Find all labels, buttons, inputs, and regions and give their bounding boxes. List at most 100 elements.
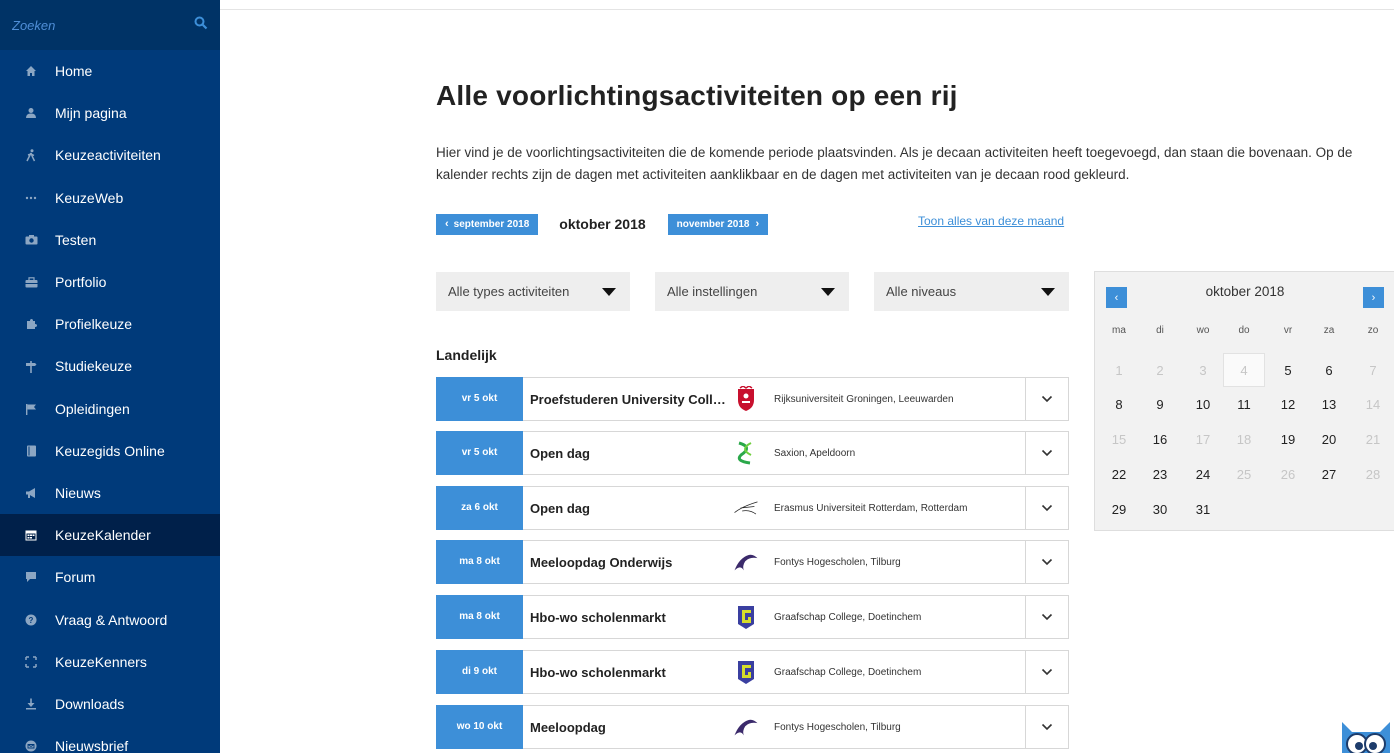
sidebar-item-keuzekalender[interactable]: KeuzeKalender (0, 514, 220, 557)
sidebar-item-label: Keuzegids Online (55, 442, 165, 459)
filter-type-select[interactable]: Alle types activiteiten (436, 272, 630, 311)
prev-month-button[interactable]: ‹ september 2018 (436, 213, 539, 235)
caret-down-icon (602, 288, 616, 296)
expand-button[interactable] (1025, 378, 1068, 420)
expand-button[interactable] (1025, 706, 1068, 748)
chevron-down-icon (1041, 504, 1053, 512)
calendar-day[interactable]: 6 (1308, 353, 1350, 387)
calendar-day[interactable]: 24 (1182, 457, 1224, 491)
event-row[interactable]: vr 5 okt Proefstuderen University College… (436, 376, 1069, 421)
calendar-day[interactable]: 30 (1139, 492, 1181, 526)
calendar-day[interactable]: 31 (1182, 492, 1224, 526)
calendar-day[interactable]: 27 (1308, 457, 1350, 491)
calendar-day[interactable]: 8 (1098, 387, 1140, 421)
expand-button[interactable] (1025, 541, 1068, 583)
sidebar-item-opleidingen[interactable]: Opleidingen (0, 388, 220, 430)
page-title: Alle voorlichtingsactiviteiten op een ri… (436, 80, 958, 111)
filter-level-label: Alle niveaus (886, 284, 957, 299)
calendar-day[interactable]: 13 (1308, 387, 1350, 421)
search-icon[interactable] (194, 16, 208, 35)
download-icon (23, 696, 39, 712)
calendar-day[interactable]: 12 (1267, 387, 1309, 421)
sidebar-item-keuzegids-online[interactable]: Keuzegids Online (0, 430, 220, 472)
event-name[interactable]: Open dag (530, 446, 728, 461)
event-row[interactable]: ma 8 okt Meeloopdag Onderwijs Fontys Hoges… (436, 539, 1069, 584)
expand-button[interactable] (1025, 432, 1068, 474)
sidebar-item-mijn-pagina[interactable]: Mijn pagina (0, 92, 220, 134)
calendar-day[interactable]: 5 (1267, 353, 1309, 387)
event-date: di 9 okt (436, 649, 523, 694)
calendar-day: 7 (1369, 362, 1377, 378)
sidebar-item-keuzeactiviteiten[interactable]: Keuzeactiviteiten (0, 134, 220, 176)
sidebar-item-profielkeuze[interactable]: Profielkeuze (0, 303, 220, 345)
event-date: wo 10 okt (436, 704, 523, 749)
search-input[interactable] (12, 17, 172, 33)
filter-level-select[interactable]: Alle niveaus (874, 272, 1069, 311)
calendar-day: 28 (1365, 466, 1381, 482)
calendar-header: ‹ oktober 2018 › (1095, 272, 1394, 317)
show-all-link[interactable]: Toon alles van deze maand (918, 214, 1064, 228)
owl-mascot-icon[interactable] (1338, 718, 1394, 753)
sidebar-item-studiekeuze[interactable]: Studiekeuze (0, 345, 220, 387)
chevron-down-icon (1041, 395, 1053, 403)
weekday-label: za (1323, 325, 1335, 336)
calendar-day[interactable]: 29 (1098, 492, 1140, 526)
sidebar-item-vraag-antwoord[interactable]: ? Vraag & Antwoord (0, 598, 220, 640)
top-divider (220, 9, 1394, 10)
weekday-label: ma (1112, 325, 1126, 336)
event-row[interactable]: vr 5 okt Open dag Saxion, Apeldoorn (436, 430, 1069, 475)
prev-month-label: september 2018 (453, 218, 530, 230)
sidebar-item-label: Nieuws (55, 484, 101, 501)
sidebar-item-label: Keuzeactiviteiten (55, 147, 161, 164)
rug-logo (733, 385, 759, 413)
calendar-day: 14 (1365, 396, 1381, 412)
calendar-day: 3 (1199, 362, 1207, 378)
sidebar-item-nieuws[interactable]: Nieuws (0, 472, 220, 514)
sidebar-item-keuzeweb[interactable]: KeuzeWeb (0, 177, 220, 219)
calendar-day[interactable]: 19 (1267, 422, 1309, 456)
event-row[interactable]: di 9 okt Hbo-wo scholenmarkt Graafschap Co… (436, 649, 1069, 694)
filter-institution-select[interactable]: Alle instellingen (655, 272, 849, 311)
event-name[interactable]: Open dag (530, 501, 728, 516)
sidebar-item-label: Testen (55, 231, 97, 248)
expand-button[interactable] (1025, 596, 1068, 638)
calendar-next-button[interactable]: › (1363, 287, 1384, 308)
sidebar-item-label: Home (55, 63, 93, 80)
expand-button[interactable] (1025, 651, 1068, 693)
event-date: za 6 okt (436, 485, 523, 530)
calendar-day[interactable]: 11 (1223, 387, 1265, 421)
book-icon (23, 443, 39, 459)
event-row[interactable]: ma 8 okt Hbo-wo scholenmarkt Graafschap Co… (436, 594, 1069, 639)
event-name[interactable]: Meeloopdag Onderwijs (530, 555, 728, 570)
event-name[interactable]: Meeloopdag (530, 720, 728, 735)
calendar-day: 18 (1236, 431, 1252, 447)
sidebar-item-portfolio[interactable]: Portfolio (0, 261, 220, 303)
sidebar-item-nieuwsbrief[interactable]: Nieuwsbrief (0, 725, 220, 753)
calendar-title: oktober 2018 (1205, 284, 1285, 299)
event-row[interactable]: za 6 okt Open dag Erasmus Universiteit Rot… (436, 485, 1069, 530)
sidebar-item-home[interactable]: Home (0, 50, 220, 92)
event-name[interactable]: Hbo-wo scholenmarkt (530, 665, 728, 680)
fontys-logo (733, 713, 759, 741)
sidebar-item-forum[interactable]: Forum (0, 556, 220, 598)
expand-icon (23, 654, 39, 670)
event-name[interactable]: Proefstuderen University College ... (530, 392, 728, 407)
event-name[interactable]: Hbo-wo scholenmarkt (530, 610, 728, 625)
calendar-day[interactable]: 10 (1182, 387, 1224, 421)
calendar-day[interactable]: 23 (1139, 457, 1181, 491)
calendar-day: 21 (1365, 431, 1381, 447)
sidebar-item-keuzekenners[interactable]: KeuzeKenners (0, 641, 220, 683)
sidebar-item-label: Vraag & Antwoord (55, 611, 168, 628)
calendar-day[interactable]: 16 (1139, 422, 1181, 456)
fontys-logo (733, 548, 759, 576)
next-month-button[interactable]: november 2018 › (667, 213, 769, 235)
calendar-day[interactable]: 22 (1098, 457, 1140, 491)
sidebar-item-testen[interactable]: Testen (0, 219, 220, 261)
calendar-day[interactable]: 20 (1308, 422, 1350, 456)
calendar-day[interactable]: 9 (1139, 387, 1181, 421)
event-date: vr 5 okt (436, 430, 523, 475)
intro-text: Hier vind je de voorlichtingsactiviteite… (436, 145, 1353, 182)
event-row[interactable]: wo 10 okt Meeloopdag Fontys Hogescholen, T… (436, 704, 1069, 749)
expand-button[interactable] (1025, 487, 1068, 529)
sidebar-item-downloads[interactable]: Downloads (0, 683, 220, 725)
